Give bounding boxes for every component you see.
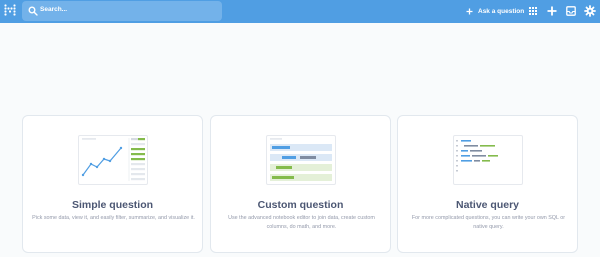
search-bar[interactable]: Search...: [22, 1, 222, 21]
custom-question-card[interactable]: Custom question Use the advanced noteboo…: [210, 115, 391, 253]
gear-icon[interactable]: [584, 5, 596, 17]
card-description: Use the advanced notebook editor to join…: [228, 215, 375, 230]
ask-a-question-button[interactable]: Ask a question: [466, 5, 524, 17]
search-icon: [28, 6, 38, 16]
simple-question-illustration: [78, 135, 148, 185]
card-title: Simple question: [71, 199, 154, 211]
native-query-card[interactable]: Native query For more complicated questi…: [397, 115, 578, 253]
inbox-icon[interactable]: [565, 5, 577, 17]
simple-question-card[interactable]: Simple question Pick some data, view it,…: [22, 115, 203, 253]
new-plus-icon[interactable]: [546, 5, 558, 17]
ask-a-question-label: Ask a question: [478, 7, 525, 15]
card-title: Custom question: [257, 199, 344, 211]
top-navigation-bar: Search... Ask a question: [0, 0, 600, 23]
plus-icon: [466, 8, 473, 14]
card-title: Native query: [455, 199, 520, 211]
custom-question-illustration: [266, 135, 336, 185]
grid-icon[interactable]: [527, 5, 539, 17]
card-description: Pick some data, view it, and easily filt…: [32, 215, 195, 221]
native-query-illustration: [453, 135, 523, 185]
search-input[interactable]: Search...: [40, 6, 67, 13]
metabase-logo-icon[interactable]: [4, 4, 16, 18]
card-description: For more complicated questions, you can …: [411, 215, 566, 230]
